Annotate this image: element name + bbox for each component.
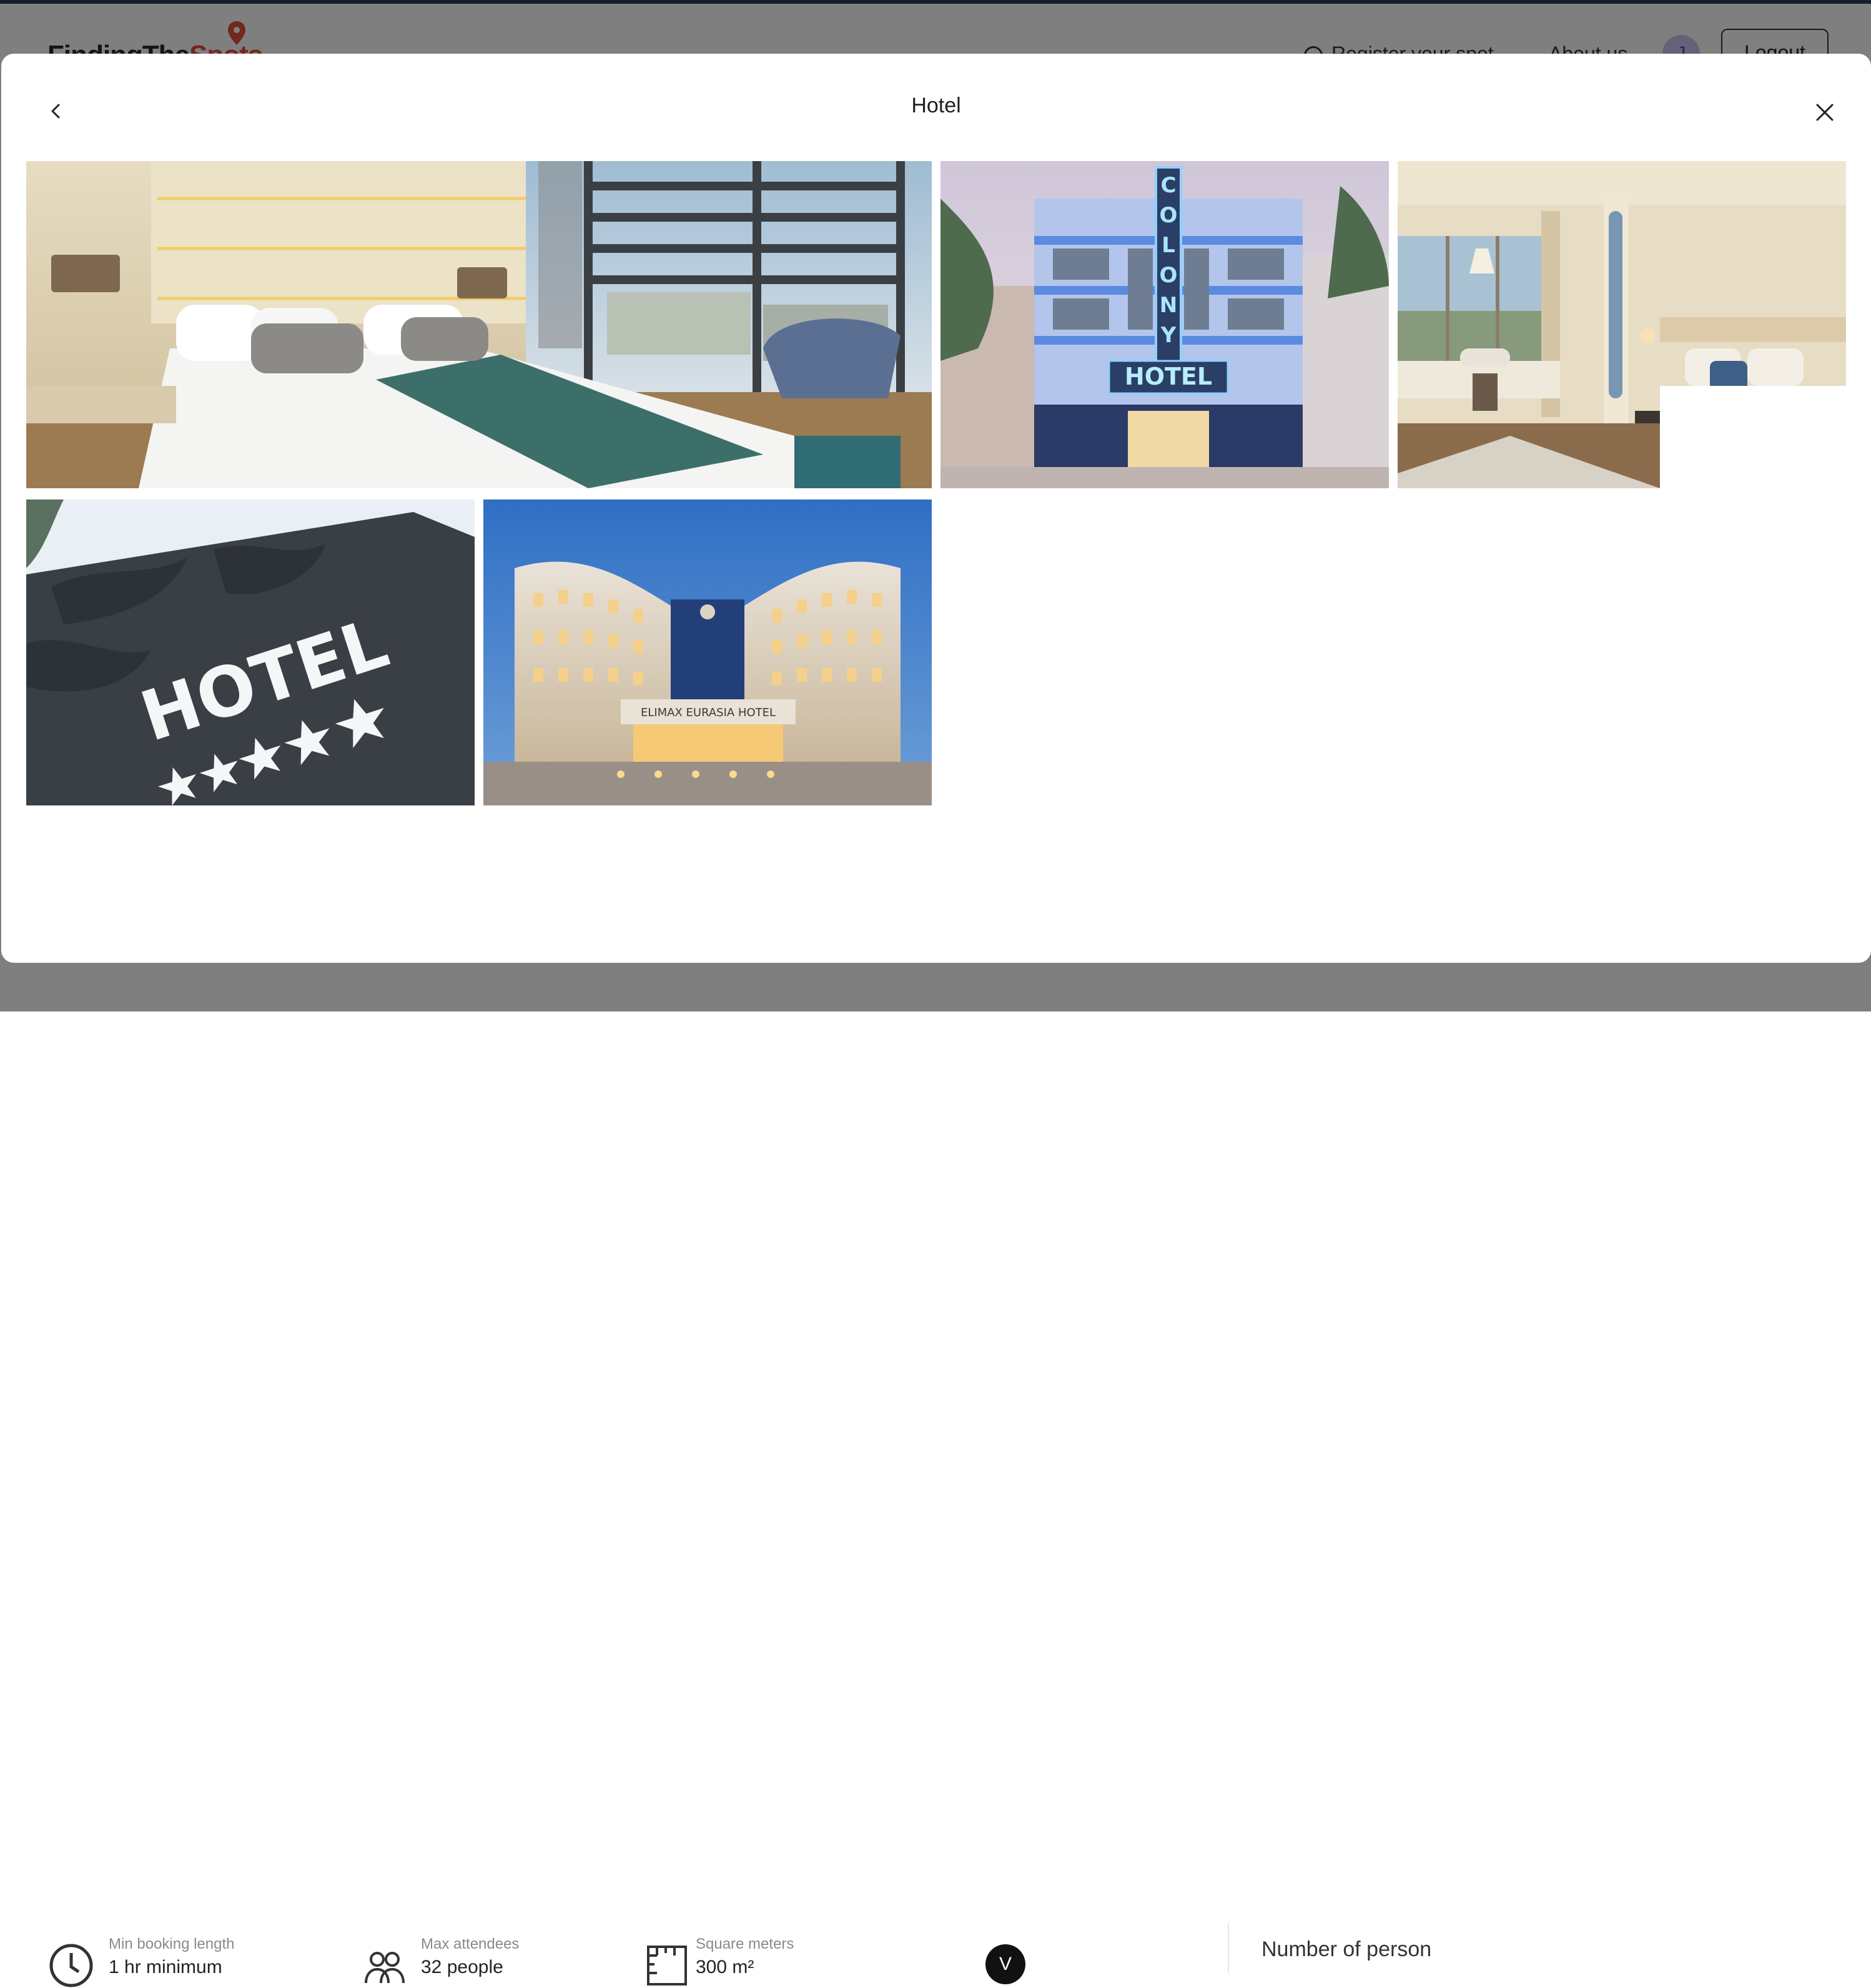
stat-booking-length: Min booking length 1 hr minimum <box>109 1936 234 1978</box>
colony-hotel-illustration: COLONY HOTEL <box>940 161 1389 488</box>
colony-hotel-facade-photo[interactable]: COLONY HOTEL <box>940 161 1389 488</box>
ruler-icon <box>647 1946 687 1986</box>
stat-label: Max attendees <box>421 1936 520 1952</box>
eurasia-hotel-photo[interactable]: ELIMAX EURASIA HOTEL <box>483 499 932 805</box>
hotel-bedroom-photo[interactable] <box>26 161 932 488</box>
svg-text:L: L <box>1162 233 1175 258</box>
scroll-down-button[interactable]: V <box>985 1944 1025 1984</box>
stat-value: 32 people <box>421 1957 503 1977</box>
modal-title: Hotel <box>911 94 961 117</box>
stat-label: Square meters <box>696 1936 794 1952</box>
footer-divider <box>1228 1923 1229 1973</box>
stat-value: 1 hr minimum <box>109 1957 222 1977</box>
stat-value: 300 m² <box>696 1957 754 1977</box>
hotel-suite-photo[interactable] <box>1398 161 1846 488</box>
hotel-sign-photo[interactable]: HOTEL <box>26 499 475 805</box>
modal-header: Hotel <box>1 54 1871 160</box>
people-icon <box>365 1952 405 1984</box>
close-button[interactable] <box>1805 92 1845 132</box>
bedroom-illustration <box>26 161 932 488</box>
svg-text:Y: Y <box>1160 323 1177 348</box>
number-of-person-label: Number of person <box>1261 1937 1432 1961</box>
stat-attendees: Max attendees 32 people <box>421 1936 519 1978</box>
svg-text:N: N <box>1160 293 1177 318</box>
close-icon <box>1816 104 1834 121</box>
colony-hotel-sign: HOTEL <box>1125 363 1212 390</box>
eurasia-hotel-illustration: ELIMAX EURASIA HOTEL <box>483 499 932 805</box>
svg-text:O: O <box>1160 263 1178 288</box>
svg-text:O: O <box>1160 203 1178 228</box>
stat-square-meters: Square meters 300 m² <box>696 1936 794 1978</box>
clock-icon <box>49 1944 93 1987</box>
eurasia-sign-text: ELIMAX EURASIA HOTEL <box>641 706 776 719</box>
suite-illustration <box>1398 161 1846 488</box>
hotel-sign-illustration: HOTEL <box>26 499 475 805</box>
svg-text:C: C <box>1161 173 1177 198</box>
stat-label: Min booking length <box>109 1936 235 1952</box>
photo-gallery-modal: Hotel C O L O N Y HOTEL HOTEL ELIMAX EUR… <box>1 54 1871 963</box>
